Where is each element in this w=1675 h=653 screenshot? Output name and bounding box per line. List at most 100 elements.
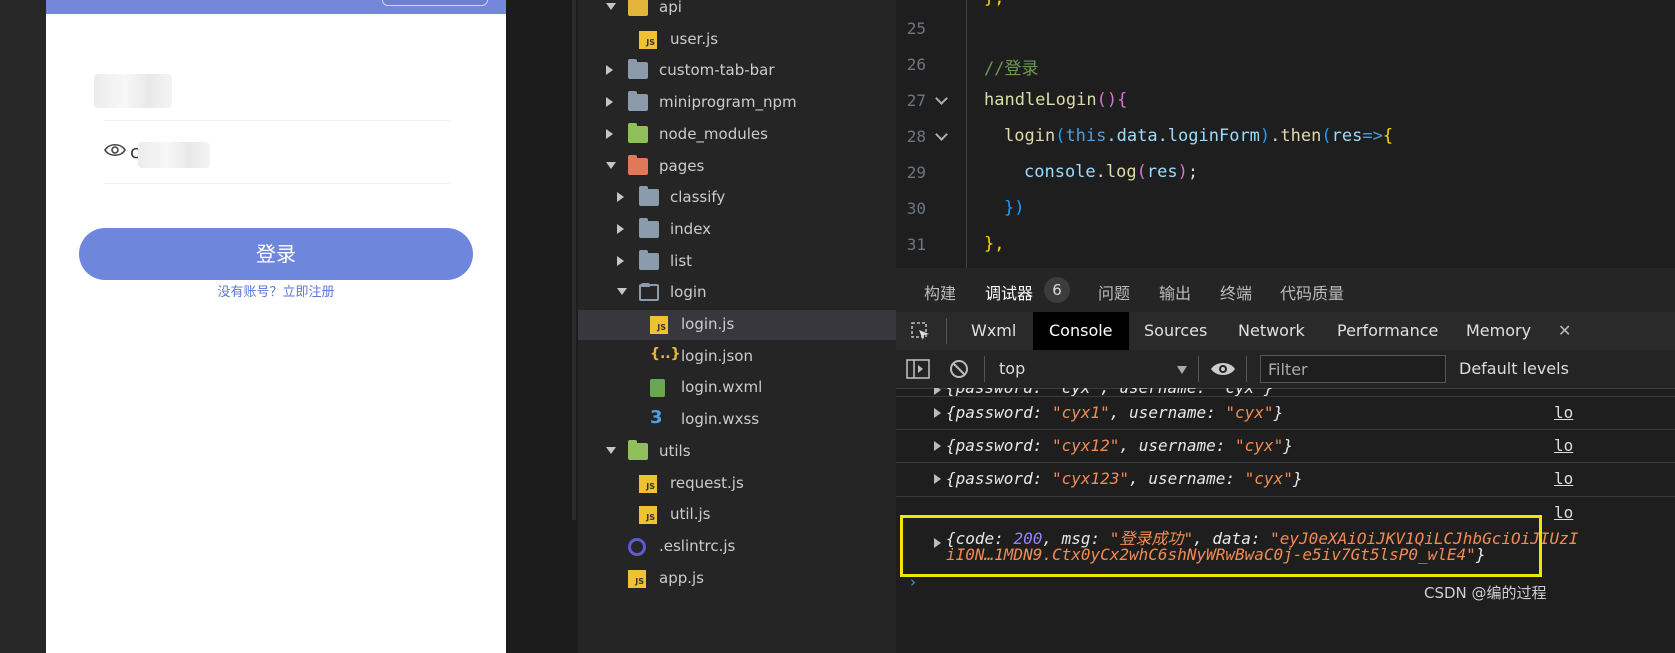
tree-item[interactable]: pages <box>578 152 896 182</box>
chevron-right-icon[interactable] <box>606 128 613 139</box>
folder-icon <box>628 122 648 143</box>
tree-item[interactable]: custom-tab-bar <box>578 56 896 86</box>
login-button[interactable]: 登录 <box>79 228 473 280</box>
tree-item-label: utils <box>659 441 691 460</box>
chevron-right-icon[interactable] <box>606 97 613 108</box>
tree-item-label: classify <box>670 188 726 207</box>
resize-handle[interactable] <box>572 0 576 520</box>
tree-item[interactable]: utils <box>578 437 896 467</box>
chevron-right-icon[interactable] <box>617 255 624 266</box>
chevron-down-icon[interactable] <box>617 288 627 296</box>
tree-item[interactable]: {..} login.json <box>578 342 896 372</box>
chevron-down-icon[interactable] <box>606 446 616 454</box>
code-comment: //登录 <box>984 59 1039 79</box>
folder-icon <box>639 217 659 238</box>
context-select[interactable]: top <box>999 359 1025 378</box>
log-levels-select[interactable]: Default levels <box>1459 359 1569 378</box>
chevron-right-icon[interactable] <box>617 192 624 203</box>
annotation-highlight <box>900 515 1542 577</box>
chevron-right-icon[interactable] <box>617 223 624 234</box>
tree-item-label: util.js <box>670 505 711 524</box>
code-punctuation: (){ <box>1096 90 1128 110</box>
sidebar-toggle-icon[interactable] <box>906 359 930 379</box>
line-number: 31 <box>906 235 926 254</box>
fold-chevron-icon[interactable] <box>936 97 946 103</box>
chevron-down-icon[interactable] <box>606 161 616 169</box>
tab-performance[interactable]: Performance <box>1337 312 1438 350</box>
divider <box>946 318 947 344</box>
capsule-button[interactable] <box>382 0 488 6</box>
tree-item-label: login <box>670 283 707 302</box>
tab-network[interactable]: Network <box>1238 312 1305 350</box>
tab-sources[interactable]: Sources <box>1144 312 1207 350</box>
tab-memory[interactable]: Memory <box>1466 312 1531 350</box>
tree-item[interactable]: index <box>578 215 896 245</box>
tab-output[interactable]: 输出 <box>1159 280 1191 304</box>
blurred-username <box>94 74 172 108</box>
tree-item-label: api <box>659 0 682 16</box>
tree-item[interactable]: classify <box>578 183 896 213</box>
tab-problems[interactable]: 问题 <box>1098 280 1130 304</box>
code-editor[interactable]: }, 25 26 //登录 27 handleLogin(){ 28 login… <box>896 0 1675 268</box>
eslint-file-icon <box>628 537 646 556</box>
register-link[interactable]: 没有账号？立即注册 <box>46 281 506 300</box>
tree-item[interactable]: JS login.js <box>578 310 896 340</box>
json-file-icon: {..} <box>650 345 681 362</box>
folder-icon <box>639 186 659 207</box>
tree-item[interactable]: JS request.js <box>578 469 896 499</box>
tab-console[interactable]: Console <box>1033 312 1129 350</box>
tree-item-label: index <box>670 219 712 238</box>
line-number: 28 <box>906 127 926 146</box>
tree-item[interactable]: node_modules <box>578 120 896 150</box>
source-link[interactable]: lo <box>1554 503 1573 522</box>
filter-input[interactable]: Filter <box>1260 355 1446 383</box>
console-row[interactable]: {password: "cyx123", username: "cyx"} lo <box>896 463 1675 497</box>
tree-item[interactable]: JS util.js <box>578 500 896 530</box>
tab-terminal[interactable]: 终端 <box>1220 280 1252 304</box>
tree-item[interactable]: miniprogram_npm <box>578 88 896 118</box>
wxss-file-icon: 3 <box>650 407 663 429</box>
console-row[interactable]: {password: "cyx12", username: "cyx"} lo <box>896 430 1675 463</box>
console-prompt-icon[interactable]: › <box>910 573 916 591</box>
expand-triangle-icon[interactable] <box>934 441 941 451</box>
folder-icon <box>639 249 659 270</box>
source-link[interactable]: lo <box>1554 403 1573 422</box>
inspect-element-icon[interactable] <box>910 321 932 343</box>
folder-icon <box>628 91 648 112</box>
divider <box>1246 356 1247 382</box>
tab-build[interactable]: 构建 <box>924 280 956 304</box>
username-field[interactable] <box>94 60 450 121</box>
chevron-down-icon[interactable] <box>1177 366 1187 374</box>
tree-item[interactable]: 3 login.wxss <box>578 405 896 435</box>
expand-triangle-icon[interactable] <box>934 408 941 418</box>
chevron-down-icon[interactable] <box>606 3 616 10</box>
expand-triangle-icon[interactable] <box>934 388 941 395</box>
tree-item[interactable]: list <box>578 247 896 277</box>
eye-icon[interactable] <box>1210 361 1236 377</box>
clear-console-icon[interactable] <box>949 359 969 379</box>
tree-item[interactable]: login <box>578 278 896 308</box>
expand-triangle-icon[interactable] <box>934 474 941 484</box>
tab-debugger[interactable]: 调试器 <box>985 280 1033 304</box>
password-field[interactable]: c <box>104 122 450 184</box>
source-link[interactable]: lo <box>1554 469 1573 488</box>
eye-icon[interactable] <box>104 142 126 158</box>
console-row[interactable]: {password: "cyx1", username: "cyx"} lo <box>896 397 1675 430</box>
bottom-panel: 构建 调试器 6 问题 输出 终端 代码质量 Wxml Console Sour… <box>896 268 1675 653</box>
more-tabs-icon[interactable]: ✕ <box>1558 312 1571 350</box>
folder-icon <box>639 283 659 302</box>
tree-item[interactable]: api <box>578 0 896 23</box>
tree-item-label: .eslintrc.js <box>659 536 736 555</box>
tree-item[interactable]: JS user.js <box>578 25 896 55</box>
blurred-password <box>138 142 210 168</box>
console-toolbar: top Filter Default levels <box>896 350 1675 389</box>
tree-item[interactable]: JS app.js <box>578 564 896 594</box>
line-number: 30 <box>906 199 926 218</box>
tab-wxml[interactable]: Wxml <box>971 312 1016 350</box>
tree-item[interactable]: login.wxml <box>578 373 896 403</box>
tree-item[interactable]: .eslintrc.js <box>578 532 896 562</box>
tab-code-quality[interactable]: 代码质量 <box>1280 280 1344 304</box>
chevron-right-icon[interactable] <box>606 65 613 76</box>
fold-chevron-icon[interactable] <box>936 133 946 139</box>
source-link[interactable]: lo <box>1554 436 1573 455</box>
